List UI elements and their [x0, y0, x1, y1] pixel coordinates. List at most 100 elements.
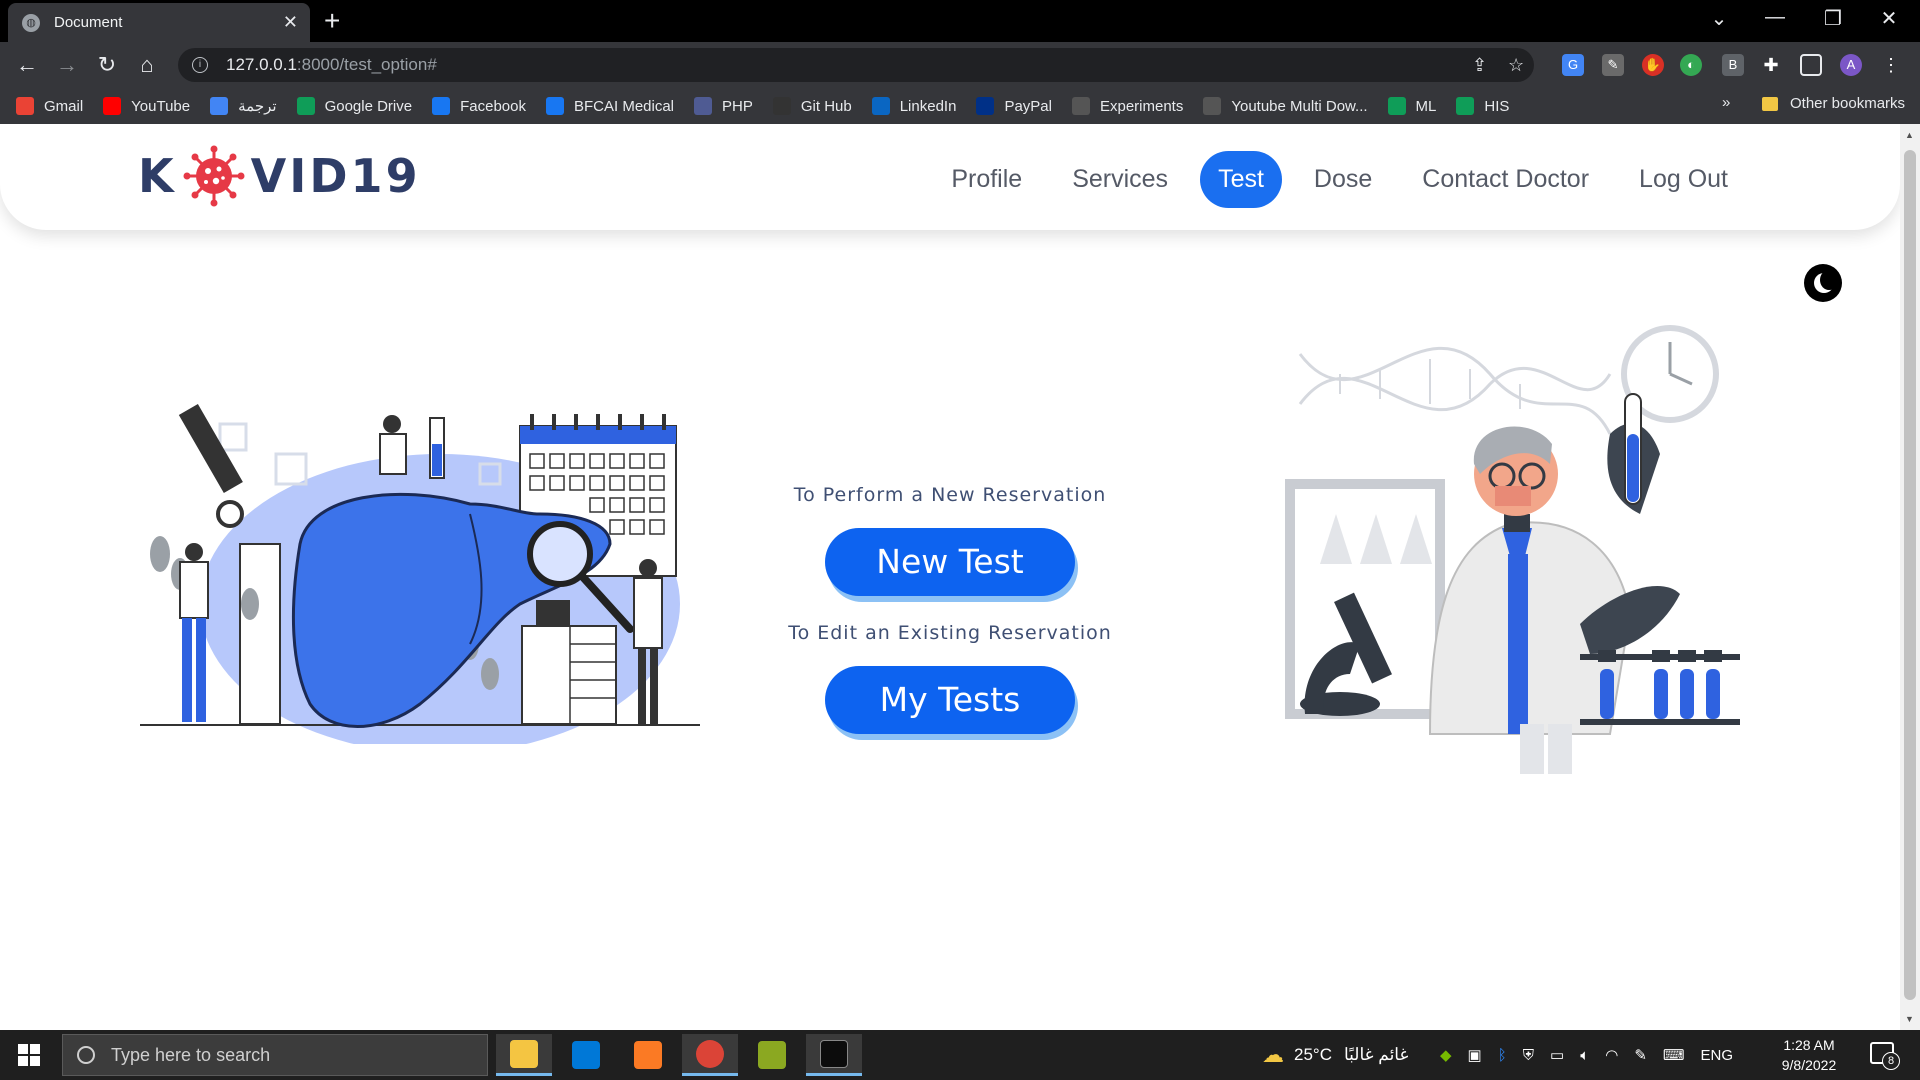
bookmark-label: BFCAI Medical — [573, 97, 675, 115]
volume-icon[interactable]: 🔈︎ — [1580, 1047, 1589, 1064]
nav-contact-doctor[interactable]: Contact Doctor — [1404, 151, 1607, 208]
kovid19-logo[interactable]: K VID19 — [138, 145, 421, 207]
chrome-app[interactable] — [682, 1034, 738, 1076]
bookmark-item[interactable]: Facebook — [432, 97, 526, 115]
terminal-app[interactable] — [806, 1034, 862, 1076]
bookmark-item[interactable]: PayPal — [976, 97, 1052, 115]
facebook-icon — [545, 97, 564, 115]
vscode-app[interactable] — [558, 1034, 614, 1076]
tab-document[interactable]: ◍ Document ✕ — [8, 3, 310, 42]
new-reservation-caption: To Perform a New Reservation — [793, 484, 1107, 506]
scroll-down-icon[interactable]: ▼ — [1905, 1014, 1914, 1024]
bookmark-label: ML — [1415, 97, 1437, 115]
other-bookmarks-folder[interactable]: Other bookmarks — [1762, 95, 1905, 112]
star-icon[interactable]: ☆ — [1508, 55, 1524, 76]
extensions-puzzle-icon[interactable]: ✚ — [1760, 54, 1782, 76]
bookmark-item[interactable]: Gmail — [16, 97, 83, 115]
dark-mode-toggle-icon[interactable] — [1804, 264, 1842, 302]
tab-title: Document — [54, 14, 123, 31]
scroll-up-icon[interactable]: ▲ — [1905, 130, 1914, 140]
pen-extension-icon[interactable]: ✎ — [1602, 54, 1624, 76]
taskbar-search-box[interactable]: Type here to search — [62, 1034, 488, 1076]
bookmark-label: YouTube — [131, 97, 191, 115]
close-tab-icon[interactable]: ✕ — [283, 12, 298, 33]
bookmark-item[interactable]: Google Drive — [296, 97, 412, 115]
nvidia-icon[interactable]: ◆ — [1440, 1046, 1452, 1064]
address-bar[interactable]: i 127.0.0.1:8000/test_option# ⇪ ☆ — [178, 48, 1534, 82]
weather-description: غائم غالبًا — [1343, 1045, 1409, 1064]
keyboard-icon[interactable]: ⌨ — [1663, 1046, 1685, 1064]
lambda-app[interactable] — [744, 1034, 800, 1076]
globe-icon: ◍ — [22, 13, 40, 32]
page-scrollbar[interactable]: ▲ ▼ — [1900, 124, 1920, 1030]
bookmark-label: Facebook — [460, 97, 526, 115]
forward-icon[interactable]: → — [52, 50, 82, 80]
bookmark-item[interactable]: ML — [1387, 97, 1437, 115]
folder-icon — [510, 1039, 538, 1068]
more-bookmarks-button[interactable]: » — [1722, 94, 1730, 111]
bookmark-item[interactable]: YouTube — [103, 97, 190, 115]
clock-time: 1:28 AM — [1783, 1037, 1835, 1053]
menu-icon[interactable]: ⋮ — [1880, 54, 1902, 76]
reload-icon[interactable]: ↻ — [92, 50, 122, 80]
b-extension-icon[interactable]: B — [1722, 54, 1744, 76]
battery-icon[interactable]: ▭ — [1550, 1046, 1564, 1064]
new-tab-button[interactable]: + — [324, 6, 340, 36]
search-icon — [77, 1046, 95, 1064]
share-icon[interactable]: ⇪ — [1472, 55, 1487, 76]
folder-icon — [1762, 96, 1778, 111]
bookmark-item[interactable]: Youtube Multi Dow... — [1203, 97, 1368, 115]
my-tests-button[interactable]: My Tests — [825, 666, 1075, 734]
new-test-button[interactable]: New Test — [825, 528, 1075, 596]
restore-icon[interactable]: ❐ — [1818, 6, 1848, 31]
bluetooth-icon[interactable]: ᛒ — [1498, 1047, 1507, 1064]
bookmark-item[interactable]: Git Hub — [772, 97, 852, 115]
adblock-extension-icon[interactable]: ✋ — [1642, 54, 1664, 76]
language-indicator[interactable]: ENG — [1701, 1047, 1734, 1064]
sync-extension-icon[interactable]: ◐ — [1680, 54, 1702, 76]
bookmark-item[interactable]: ترجمة — [210, 97, 277, 115]
nav-log-out[interactable]: Log Out — [1621, 151, 1746, 208]
liver-lab-illustration — [140, 404, 700, 744]
nav-test[interactable]: Test — [1200, 151, 1282, 208]
bookmark-item[interactable]: LinkedIn — [871, 97, 956, 115]
wifi-icon[interactable]: ◠ — [1605, 1046, 1618, 1064]
windows-start-icon[interactable] — [18, 1044, 40, 1066]
bookmark-label: PayPal — [1004, 97, 1052, 115]
side-panel-icon[interactable] — [1800, 54, 1822, 76]
bookmark-item[interactable]: HIS — [1456, 97, 1509, 115]
nav-dose[interactable]: Dose — [1296, 151, 1390, 208]
weather-widget[interactable]: ☁ 25°C غائم غالبًا — [1262, 1030, 1408, 1080]
bookmark-label: ترجمة — [238, 98, 277, 115]
bookmark-label: Git Hub — [800, 97, 852, 115]
scrollbar-thumb[interactable] — [1904, 150, 1916, 1000]
xampp-icon — [634, 1041, 662, 1069]
pen-icon[interactable]: ✎ — [1634, 1046, 1647, 1064]
site-info-icon[interactable]: i — [192, 57, 208, 73]
xampp-app[interactable] — [620, 1034, 676, 1076]
weather-temperature: 25°C — [1294, 1045, 1332, 1064]
file-explorer-app[interactable] — [496, 1034, 552, 1076]
bookmark-item[interactable]: BFCAI Medical — [545, 97, 675, 115]
facebook-icon — [432, 97, 451, 115]
nav-services[interactable]: Services — [1054, 151, 1186, 208]
translate-icon — [210, 97, 229, 115]
translate-extension-icon[interactable]: G — [1562, 54, 1584, 76]
globe-icon — [1203, 97, 1222, 115]
url-path: :8000/test_option# — [296, 55, 437, 74]
close-window-icon[interactable]: ✕ — [1874, 6, 1904, 31]
tab-search-icon[interactable]: ⌄ — [1704, 6, 1734, 31]
bookmark-item[interactable]: PHP — [694, 97, 753, 115]
meet-icon[interactable]: ▣ — [1468, 1046, 1482, 1064]
bookmarks-bar: Gmail YouTube ترجمة Google Drive Facebook BFC… — [0, 88, 1920, 124]
logo-letter-k: K — [138, 149, 177, 203]
home-icon[interactable]: ⌂ — [132, 50, 162, 80]
system-clock[interactable]: 1:28 AM 9/8/2022 — [1764, 1035, 1854, 1075]
minimize-icon[interactable]: — — [1760, 6, 1790, 29]
security-icon[interactable]: ⛨ — [1523, 1047, 1534, 1064]
nav-profile[interactable]: Profile — [933, 151, 1040, 208]
back-icon[interactable]: ← — [12, 50, 42, 80]
bookmark-label: PHP — [722, 97, 753, 115]
bookmark-item[interactable]: Experiments — [1071, 97, 1183, 115]
profile-avatar[interactable]: A — [1840, 54, 1862, 76]
